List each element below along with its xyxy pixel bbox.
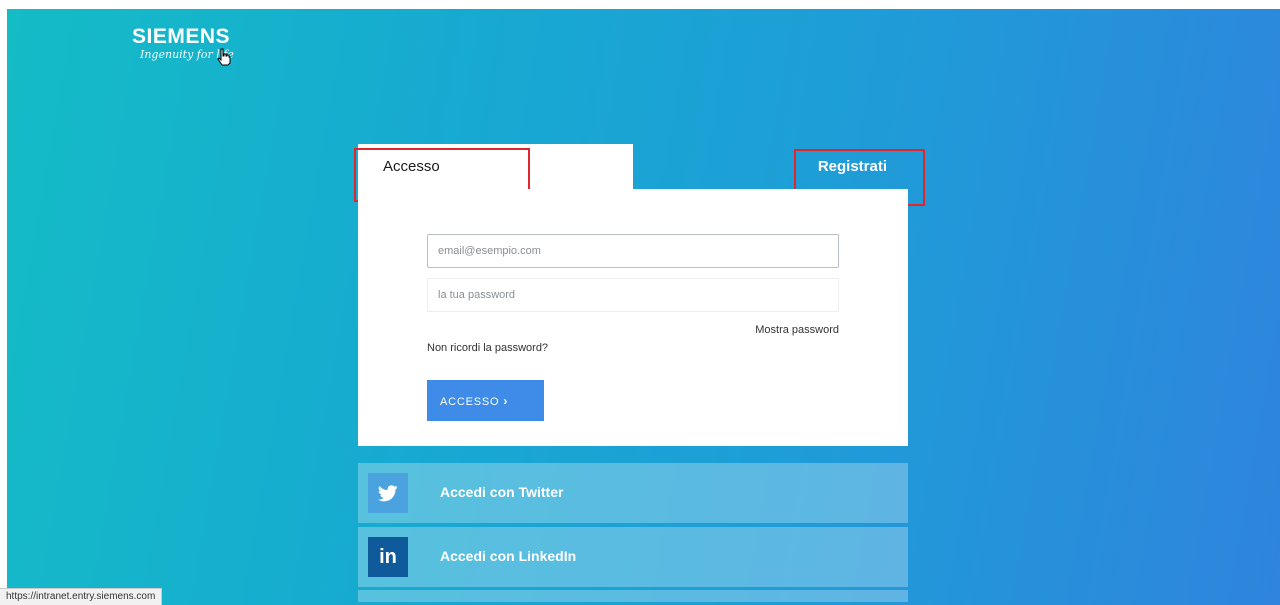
- show-password-link[interactable]: Mostra password: [755, 324, 839, 336]
- twitter-login-button[interactable]: Accedi con Twitter: [358, 463, 908, 523]
- email-input[interactable]: [427, 234, 839, 268]
- linkedin-login-label: Accedi con LinkedIn: [440, 548, 577, 564]
- tab-register[interactable]: Registrati: [633, 144, 908, 189]
- hand-pointer-cursor-icon: [217, 48, 231, 66]
- tab-login-label: Accesso: [383, 158, 440, 175]
- linkedin-login-button[interactable]: in Accedi con LinkedIn: [358, 527, 908, 587]
- tab-login[interactable]: Accesso: [358, 144, 633, 189]
- login-form-panel: Mostra password Non ricordi la password?…: [358, 189, 908, 446]
- logo-wordmark: SIEMENS: [132, 25, 231, 48]
- password-input[interactable]: [427, 278, 839, 312]
- chevron-right-icon: ›: [503, 393, 509, 408]
- tab-register-label: Registrati: [817, 158, 887, 175]
- login-submit-label: ACCESSO: [440, 395, 500, 408]
- twitter-login-label: Accedi con Twitter: [440, 484, 564, 500]
- status-bar-url: https://intranet.entry.siemens.com: [0, 588, 163, 605]
- linkedin-icon: in: [368, 537, 408, 577]
- login-submit-button[interactable]: ACCESSO ›: [427, 380, 544, 421]
- forgot-password-link[interactable]: Non ricordi la password?: [427, 342, 548, 354]
- additional-login-button-partial[interactable]: [358, 590, 908, 602]
- twitter-icon: [368, 473, 408, 513]
